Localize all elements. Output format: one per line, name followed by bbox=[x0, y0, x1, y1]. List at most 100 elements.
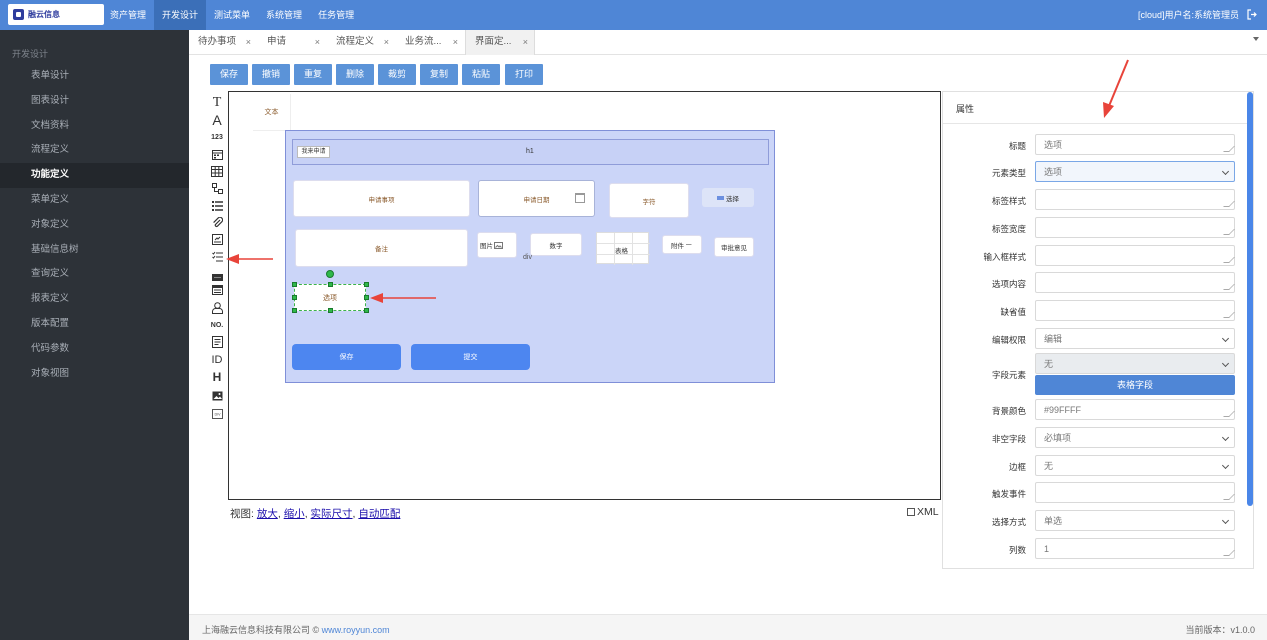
delete-button[interactable]: 删除 bbox=[336, 64, 374, 85]
signature-tool-icon[interactable] bbox=[208, 234, 226, 248]
copy-button[interactable]: 复制 bbox=[420, 64, 458, 85]
table-tool-icon[interactable] bbox=[208, 166, 226, 180]
zoom-out-link[interactable]: 缩小 bbox=[284, 508, 305, 520]
resize-handle[interactable] bbox=[328, 282, 333, 287]
nav-item-tasks[interactable]: 任务管理 bbox=[310, 0, 362, 30]
prop-title-input[interactable]: 选项 bbox=[1035, 134, 1235, 155]
prop-field-element-select[interactable]: 无 bbox=[1035, 353, 1235, 374]
prop-label-width-input[interactable] bbox=[1035, 217, 1235, 238]
tab-todo[interactable]: 待办事项 × bbox=[189, 30, 257, 55]
image-tool-icon[interactable] bbox=[208, 390, 226, 404]
resize-handle[interactable] bbox=[292, 295, 297, 300]
sidebar-item-documents[interactable]: 文档资料 bbox=[0, 114, 189, 139]
user-info[interactable]: [cloud]用户名:系统管理员 bbox=[1138, 0, 1239, 30]
table-field-button[interactable]: 表格字段 bbox=[1035, 375, 1235, 395]
field-image[interactable]: 图片 bbox=[477, 232, 517, 258]
prop-permission-select[interactable]: 编辑 bbox=[1035, 328, 1235, 349]
nav-item-system[interactable]: 系统管理 bbox=[258, 0, 310, 30]
xml-checkbox[interactable] bbox=[907, 508, 915, 516]
tab-ui-def[interactable]: 界面定... × bbox=[465, 30, 535, 55]
sidebar-item-function-def[interactable]: 功能定义 bbox=[0, 163, 189, 188]
user-tool-icon[interactable] bbox=[208, 302, 226, 317]
html-tool-icon[interactable] bbox=[208, 270, 226, 284]
serial-number-tool-icon[interactable]: NO. bbox=[208, 322, 226, 329]
shape-tool-icon[interactable] bbox=[208, 183, 226, 197]
prop-bg-color-input[interactable]: #99FFFF bbox=[1035, 399, 1235, 420]
field-select[interactable]: 选择 bbox=[702, 188, 754, 207]
form-submit-button[interactable]: 提交 bbox=[411, 344, 530, 370]
checklist-tool-icon[interactable] bbox=[208, 251, 226, 265]
field-apply-date[interactable]: 申请日期 bbox=[478, 180, 595, 217]
prop-columns-input[interactable]: 1 bbox=[1035, 538, 1235, 559]
field-attachment[interactable]: 附件 bbox=[662, 235, 702, 254]
field-chars[interactable]: 字符 bbox=[609, 183, 689, 218]
prop-select-mode-select[interactable]: 单选 bbox=[1035, 510, 1235, 531]
rotate-handle[interactable] bbox=[326, 270, 334, 278]
footer-site-link[interactable]: www.royyun.com bbox=[322, 625, 390, 635]
resize-handle[interactable] bbox=[364, 308, 369, 313]
document-tool-icon[interactable] bbox=[208, 336, 226, 351]
resize-handle[interactable] bbox=[364, 295, 369, 300]
div-tool-icon[interactable]: DIV bbox=[208, 408, 226, 422]
field-number[interactable]: 数字 bbox=[530, 233, 582, 256]
chevron-down-icon[interactable] bbox=[1253, 37, 1259, 41]
redo-button[interactable]: 重复 bbox=[294, 64, 332, 85]
text-tool-icon[interactable]: T bbox=[208, 95, 226, 110]
tab-apply[interactable]: 申请 × bbox=[258, 30, 326, 55]
attachment-tool-icon[interactable] bbox=[208, 216, 226, 231]
print-button[interactable]: 打印 bbox=[505, 64, 543, 85]
nav-item-assets[interactable]: 资产管理 bbox=[102, 0, 154, 30]
logo[interactable]: 融云信息 bbox=[8, 4, 104, 25]
nav-item-dev-design[interactable]: 开发设计 bbox=[154, 0, 207, 30]
close-icon[interactable]: × bbox=[246, 30, 251, 54]
prop-input-style-input[interactable] bbox=[1035, 245, 1235, 266]
tab-business-flow[interactable]: 业务流... × bbox=[396, 30, 464, 55]
number-tool-icon[interactable]: 123 bbox=[208, 134, 226, 141]
close-icon[interactable]: × bbox=[453, 30, 458, 54]
id-tool-icon[interactable]: ID bbox=[208, 354, 226, 366]
label-tool-icon[interactable]: A bbox=[208, 113, 226, 128]
tab-process-def[interactable]: 流程定义 × bbox=[327, 30, 395, 55]
calendar-tool-icon[interactable] bbox=[208, 284, 226, 298]
field-apply-item[interactable]: 申请事项 bbox=[293, 180, 470, 217]
resize-handle[interactable] bbox=[292, 308, 297, 313]
form-save-button[interactable]: 保存 bbox=[292, 344, 401, 370]
sidebar-item-code-params[interactable]: 代码参数 bbox=[0, 337, 189, 362]
heading-tool-icon[interactable]: H bbox=[208, 371, 226, 384]
date-tool-icon[interactable] bbox=[208, 149, 226, 163]
field-approval[interactable]: 审批意见 bbox=[714, 237, 754, 257]
paste-button[interactable]: 粘贴 bbox=[462, 64, 500, 85]
xml-toggle[interactable]: XML bbox=[907, 506, 939, 518]
logout-icon[interactable] bbox=[1247, 9, 1257, 20]
resize-handle[interactable] bbox=[328, 308, 333, 313]
actual-size-link[interactable]: 实际尺寸 bbox=[311, 508, 353, 520]
properties-scrollbar[interactable] bbox=[1247, 92, 1253, 506]
prop-trigger-input[interactable] bbox=[1035, 482, 1235, 503]
sidebar-item-menu-def[interactable]: 菜单定义 bbox=[0, 188, 189, 213]
form-header-title[interactable]: h1 bbox=[526, 148, 534, 155]
prop-label-style-input[interactable] bbox=[1035, 189, 1235, 210]
nav-item-test-menu[interactable]: 测试菜单 bbox=[206, 0, 258, 30]
form-header-tag[interactable]: 我来申请 bbox=[297, 146, 330, 158]
sidebar-item-version-config[interactable]: 版本配置 bbox=[0, 312, 189, 337]
sidebar-item-form-design[interactable]: 表单设计 bbox=[0, 64, 189, 89]
close-icon[interactable]: × bbox=[384, 30, 389, 54]
sidebar-item-object-view[interactable]: 对象视图 bbox=[0, 362, 189, 387]
prop-border-select[interactable]: 无 bbox=[1035, 455, 1235, 476]
canvas-text-element[interactable]: 文本 bbox=[253, 94, 291, 131]
prop-required-select[interactable]: 必填项 bbox=[1035, 427, 1235, 448]
zoom-in-link[interactable]: 放大 bbox=[257, 508, 278, 520]
auto-fit-link[interactable]: 自动匹配 bbox=[358, 508, 400, 520]
cut-button[interactable]: 裁剪 bbox=[378, 64, 416, 85]
save-button[interactable]: 保存 bbox=[210, 64, 248, 85]
list-tool-icon[interactable] bbox=[208, 200, 226, 214]
sidebar-item-report-def[interactable]: 报表定义 bbox=[0, 287, 189, 312]
field-option-selected[interactable]: 选项 bbox=[294, 284, 366, 311]
resize-handle[interactable] bbox=[364, 282, 369, 287]
sidebar-item-process-def[interactable]: 流程定义 bbox=[0, 138, 189, 163]
close-icon[interactable]: × bbox=[315, 30, 320, 54]
prop-default-input[interactable] bbox=[1035, 300, 1235, 321]
resize-handle[interactable] bbox=[292, 282, 297, 287]
prop-options-input[interactable] bbox=[1035, 272, 1235, 293]
sidebar-item-chart-design[interactable]: 图表设计 bbox=[0, 89, 189, 114]
